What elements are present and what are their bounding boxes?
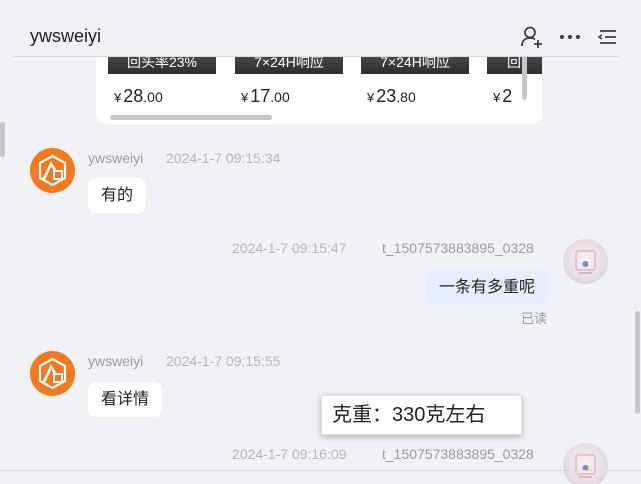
input-divider <box>0 470 641 471</box>
message-bubble[interactable]: 一条有多重呢 <box>426 270 549 305</box>
message-bubble[interactable]: 看详情 <box>88 382 163 417</box>
chat-header: ywsweiyi <box>0 0 641 57</box>
message-time: 2024-1-7 09:15:47 <box>232 240 347 256</box>
avatar[interactable] <box>563 239 608 284</box>
message-sender: ywsweiyi <box>88 353 144 369</box>
product-horizontal-scrollbar[interactable] <box>110 115 272 120</box>
message-bubble[interactable]: 有的 <box>88 178 147 213</box>
avatar[interactable] <box>30 148 75 193</box>
chat-scrollbar[interactable] <box>635 311 640 414</box>
message-sender: t_1507573883895_0328 <box>382 446 534 462</box>
user-add-icon[interactable] <box>519 24 545 50</box>
message-time: 2024-1-7 09:16:09 <box>232 446 347 462</box>
avatar[interactable] <box>30 351 75 396</box>
hover-tooltip: 克重：330克左右 <box>321 395 522 435</box>
read-status: 已读 <box>521 311 548 326</box>
product-price: ¥23.80 <box>367 86 416 106</box>
message-sender: ywsweiyi <box>88 150 144 166</box>
left-scrollbar[interactable] <box>0 122 5 157</box>
product-price: ¥2 <box>493 86 513 106</box>
product-price: ¥17.00 <box>241 86 290 106</box>
more-icon[interactable] <box>557 24 583 50</box>
message-sender: t_1507573883895_0328 <box>382 240 534 256</box>
menu-list-icon[interactable] <box>595 24 621 50</box>
chat-title: ywsweiyi <box>30 26 102 46</box>
message-time: 2024-1-7 09:15:55 <box>166 353 281 369</box>
message-time: 2024-1-7 09:15:34 <box>166 150 281 166</box>
product-price: ¥28.00 <box>114 86 163 106</box>
avatar[interactable] <box>563 443 608 484</box>
header-divider <box>12 56 619 57</box>
